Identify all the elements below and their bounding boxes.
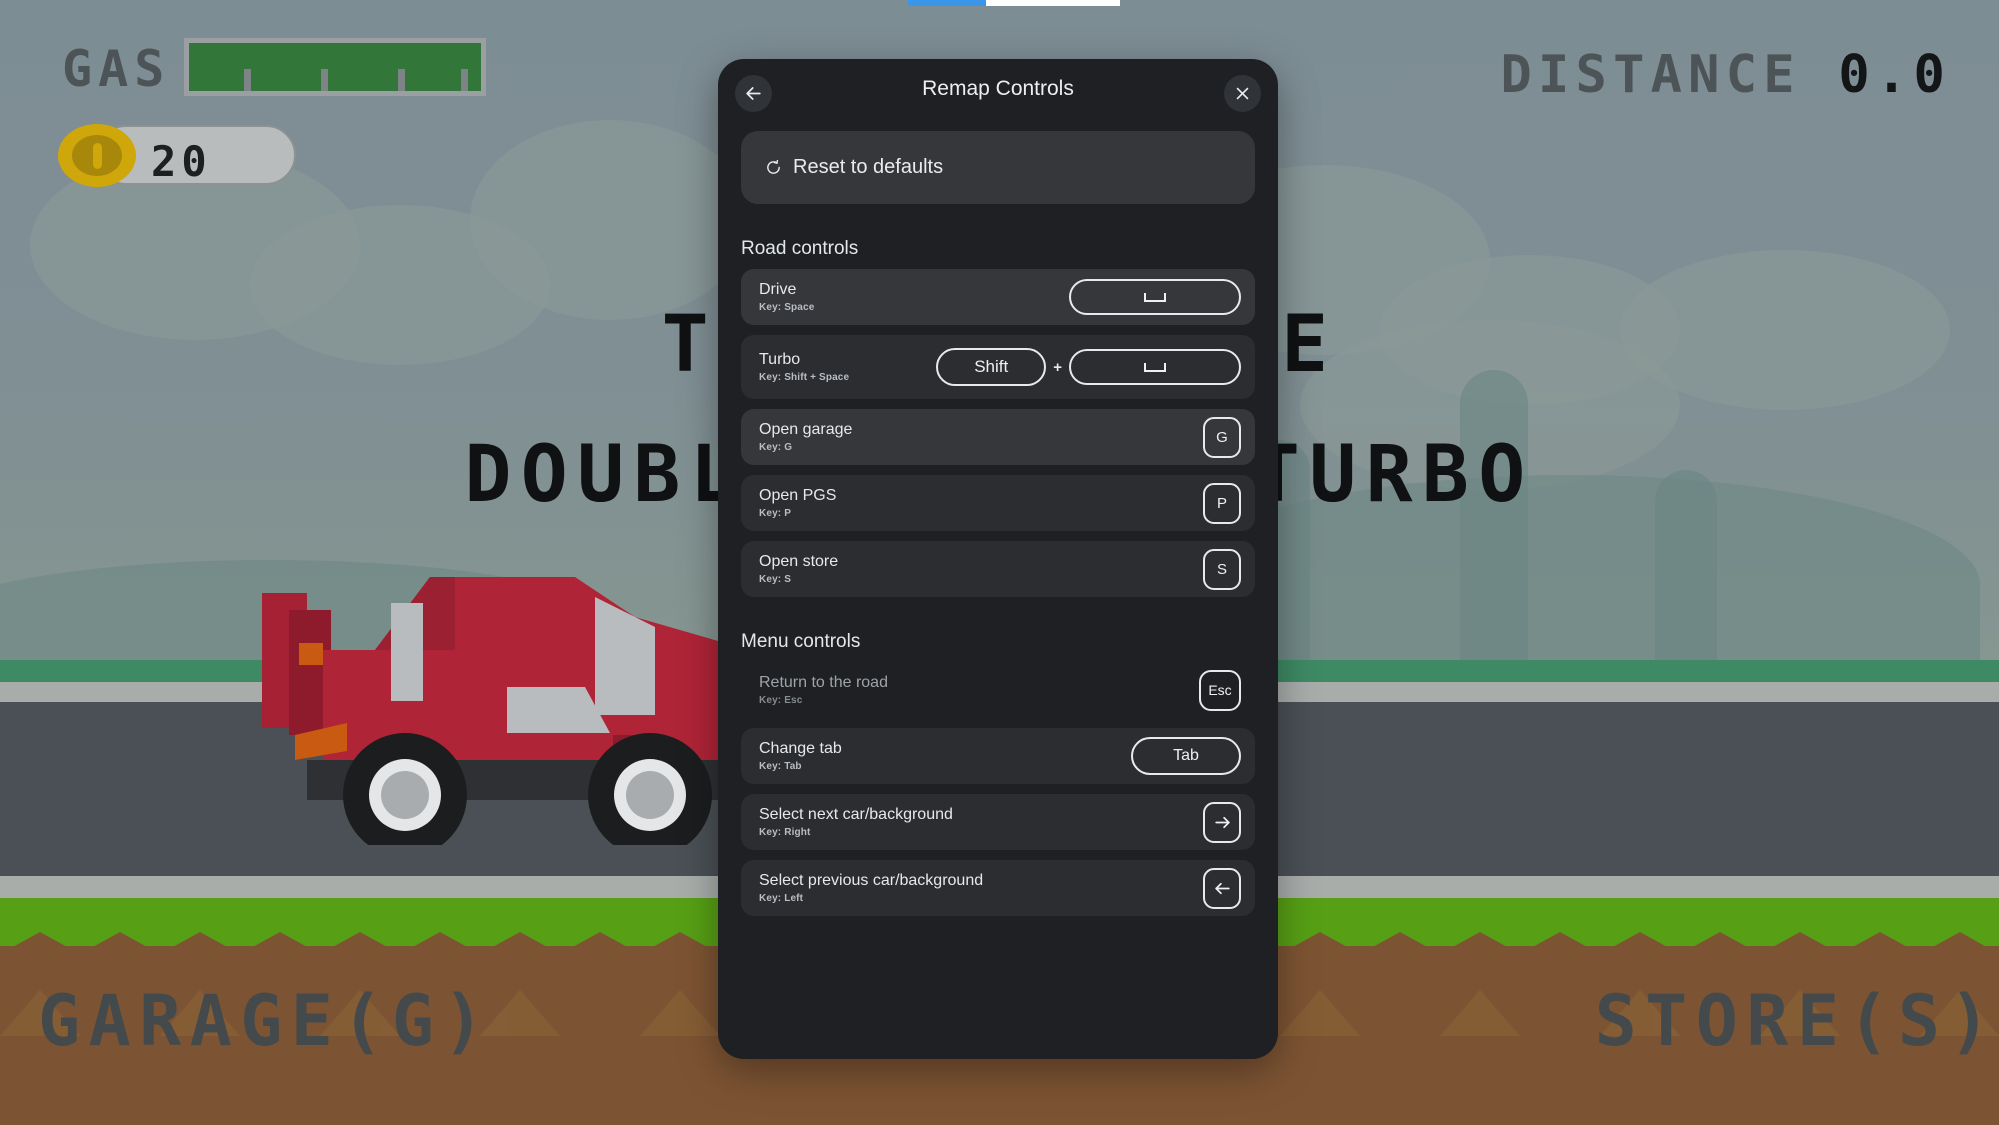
control-row-label: Open store xyxy=(759,553,839,571)
control-row-label: Drive xyxy=(759,281,797,299)
control-row-text: Drive Key: Space xyxy=(759,281,814,312)
control-row-key: Key: Tab xyxy=(759,760,802,772)
keycap-g[interactable]: G xyxy=(1203,416,1241,458)
control-row-keys: Tab xyxy=(1131,737,1241,775)
reset-to-defaults-label: Reset to defaults xyxy=(793,156,944,178)
store-hotspot-label[interactable]: STORE(S) xyxy=(1595,980,1999,1062)
garage-hotspot-label[interactable]: GARAGE(G) xyxy=(38,980,493,1062)
control-row-select-previous-car-background[interactable]: Select previous car/background Key: Left xyxy=(741,860,1255,916)
reset-icon xyxy=(767,159,780,174)
control-row-key: Key: Left xyxy=(759,892,804,904)
control-row-keys: S xyxy=(1203,548,1241,590)
close-icon xyxy=(1236,87,1249,100)
gas-tick xyxy=(398,69,405,91)
control-row-turbo[interactable]: Turbo Key: Shift + Space Shift + xyxy=(741,335,1255,399)
keycap-p[interactable]: P xyxy=(1203,482,1241,524)
control-row-keys: P xyxy=(1203,482,1241,524)
distance-readout: DISTANCE 0.0 xyxy=(1500,45,1951,105)
keycap-arrow-left[interactable] xyxy=(1203,867,1241,909)
keycap-space[interactable] xyxy=(1069,349,1241,385)
controls-sections: Road controls Drive Key: Space Turbo Key: Sh… xyxy=(718,238,1278,916)
remap-controls-dialog: Remap Controls Reset to defaults Road co… xyxy=(718,59,1278,1059)
gas-tick xyxy=(321,69,328,91)
control-row-key: Key: P xyxy=(759,507,792,519)
control-row-label: Select next car/background xyxy=(759,806,953,824)
gas-tick xyxy=(244,69,251,91)
page-progress-bar xyxy=(908,0,1120,6)
control-row-key: Key: Shift + Space xyxy=(759,371,850,383)
coin-icon xyxy=(58,124,136,187)
control-row-label: Open PGS xyxy=(759,487,837,505)
silo xyxy=(1460,370,1528,675)
player-car xyxy=(262,577,725,845)
distance-label: DISTANCE xyxy=(1500,45,1801,105)
control-row-change-tab[interactable]: Change tab Key: Tab Tab xyxy=(741,728,1255,784)
control-row-keys: Shift + xyxy=(936,348,1241,386)
control-row-return-to-the-road[interactable]: Return to the road Key: Esc Esc xyxy=(741,662,1255,718)
control-row-text: Change tab Key: Tab xyxy=(759,740,842,771)
control-row-text: Select previous car/background Key: Left xyxy=(759,872,983,903)
cloud xyxy=(470,120,750,320)
control-row-open-store[interactable]: Open store Key: S S xyxy=(741,541,1255,597)
dialog-header: Remap Controls xyxy=(718,59,1278,125)
gas-gauge xyxy=(184,38,486,96)
keycap-shift[interactable]: Shift xyxy=(936,348,1047,386)
coin-count: 20 xyxy=(151,137,212,186)
page-progress-fill xyxy=(908,0,986,6)
control-row-open-garage[interactable]: Open garage Key: G G xyxy=(741,409,1255,465)
gas-tick xyxy=(461,69,468,91)
control-row-keys xyxy=(1203,801,1241,843)
control-row-text: Turbo Key: Shift + Space xyxy=(759,351,849,382)
space-glyph xyxy=(1144,362,1166,372)
distance-value: 0.0 xyxy=(1838,45,1951,105)
space-glyph xyxy=(1144,292,1166,302)
control-row-keys xyxy=(1203,867,1241,909)
control-row-label: Turbo xyxy=(759,351,801,369)
key-combo-plus: + xyxy=(1053,358,1062,376)
control-row-keys xyxy=(1069,279,1241,315)
control-row-label: Return to the road xyxy=(759,674,888,692)
control-row-label: Change tab xyxy=(759,740,842,758)
game-screen: GAS 20 DISTANCE 0.0 TAP TO DRIVE DOUBLE … xyxy=(0,0,1999,1125)
reset-to-defaults-button[interactable]: Reset to defaults xyxy=(741,131,1255,204)
keycap-esc[interactable]: Esc xyxy=(1199,669,1241,711)
gas-gauge-fill xyxy=(189,43,481,91)
control-row-text: Return to the road Key: Esc xyxy=(759,674,888,705)
coin-icon-slot xyxy=(93,143,102,169)
control-row-select-next-car-background[interactable]: Select next car/background Key: Right xyxy=(741,794,1255,850)
control-row-text: Open store Key: S xyxy=(759,553,838,584)
arrow-right-icon xyxy=(1214,816,1230,828)
control-row-keys: Esc xyxy=(1199,669,1241,711)
control-row-keys: G xyxy=(1203,416,1241,458)
control-row-key: Key: S xyxy=(759,573,792,585)
control-row-open-pgs[interactable]: Open PGS Key: P P xyxy=(741,475,1255,531)
section-title-road-controls: Road controls xyxy=(741,238,859,259)
control-row-key: Key: G xyxy=(759,441,793,453)
keycap-s[interactable]: S xyxy=(1203,548,1241,590)
keycap-space[interactable] xyxy=(1069,279,1241,315)
arrow-left-icon xyxy=(1214,882,1230,894)
keycap-tab[interactable]: Tab xyxy=(1131,737,1241,775)
control-row-label: Select previous car/background xyxy=(759,872,984,890)
control-row-drive[interactable]: Drive Key: Space xyxy=(741,269,1255,325)
control-row-text: Open garage Key: G xyxy=(759,421,852,452)
dialog-title: Remap Controls xyxy=(922,77,1074,100)
keycap-arrow-right[interactable] xyxy=(1203,801,1241,843)
control-row-text: Select next car/background Key: Right xyxy=(759,806,953,837)
control-row-label: Open garage xyxy=(759,421,853,439)
gas-label: GAS xyxy=(62,40,171,98)
control-row-key: Key: Right xyxy=(759,826,811,838)
control-row-text: Open PGS Key: P xyxy=(759,487,836,518)
section-title-menu-controls: Menu controls xyxy=(741,631,861,652)
close-button[interactable] xyxy=(1224,75,1261,112)
control-row-key: Key: Esc xyxy=(759,694,803,706)
control-row-key: Key: Space xyxy=(759,301,815,313)
